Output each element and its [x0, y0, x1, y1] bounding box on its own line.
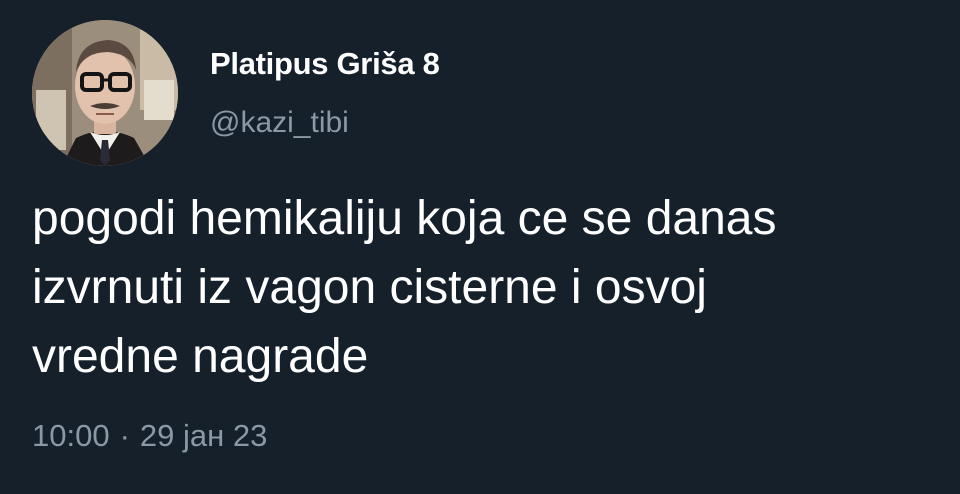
- display-name[interactable]: Platipus Griša 8: [210, 46, 440, 82]
- separator-dot: ·: [119, 418, 130, 453]
- tweet-card: Platipus Griša 8 @kazi_tibi pogodi hemik…: [0, 0, 960, 494]
- profile-photo-icon: [32, 20, 178, 166]
- user-handle[interactable]: @kazi_tibi: [210, 106, 349, 140]
- tweet-text: pogodi hemikaliju koja ce se danas izvrn…: [32, 192, 777, 383]
- tweet-date: 29 јан 23: [139, 418, 268, 453]
- tweet-time: 10:00: [32, 418, 110, 453]
- tweet-timestamp[interactable]: 10:00 · 29 јан 23: [32, 418, 267, 454]
- avatar[interactable]: [32, 20, 178, 166]
